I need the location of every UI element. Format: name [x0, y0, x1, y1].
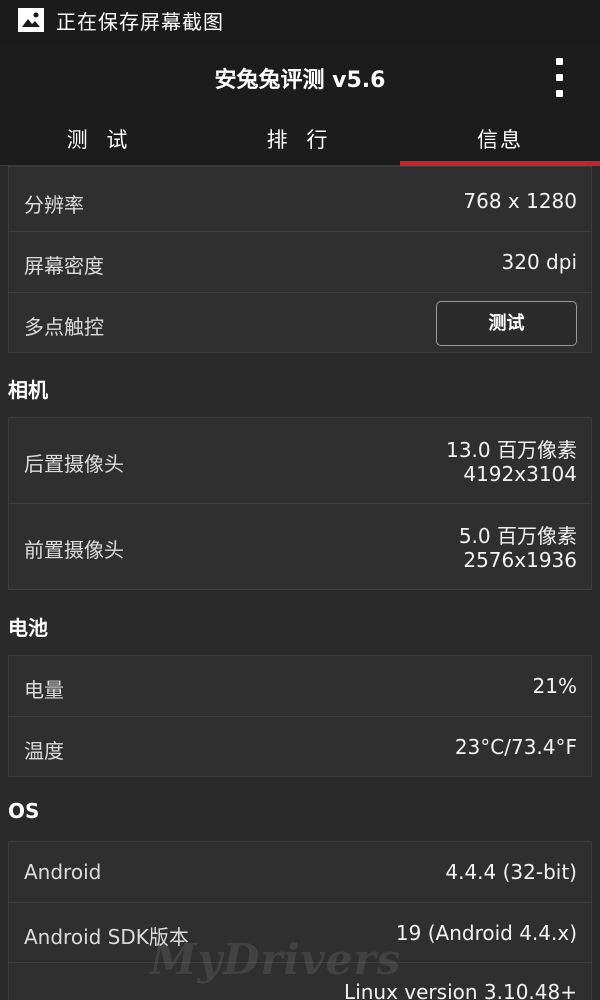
status-text: 正在保存屏幕截图	[56, 10, 224, 34]
resolution-value: 768 x 1280	[463, 189, 577, 213]
android-value: 4.4.4 (32-bit)	[445, 860, 577, 884]
tab-info[interactable]: 信息	[400, 114, 600, 166]
density-value: 320 dpi	[501, 250, 577, 274]
multitouch-test-button[interactable]: 测试	[436, 301, 577, 346]
watermark: MyDrivers	[150, 935, 402, 984]
temperature-label: 温度	[24, 739, 64, 763]
info-row-android: Android 4.4.4 (32-bit)	[9, 842, 591, 903]
rear-camera-label: 后置摄像头	[24, 452, 124, 476]
status-bar: 正在保存屏幕截图	[0, 0, 600, 42]
tab-test[interactable]: 测 试	[0, 114, 200, 166]
front-camera-resolution: 2576x1936	[463, 548, 577, 572]
rear-camera-mp: 13.0 百万像素	[446, 438, 577, 462]
multitouch-label: 多点触控	[24, 315, 104, 339]
info-content[interactable]: 分辨率 768 x 1280 屏幕密度 320 dpi 多点触控 测试 相机 后…	[0, 166, 600, 1000]
info-row-battery-level: 电量 21%	[9, 656, 591, 717]
section-title-os: OS	[8, 799, 40, 823]
camera-card: 后置摄像头 13.0 百万像素 4192x3104 前置摄像头 5.0 百万像素…	[8, 417, 592, 590]
app-bar: 安兔兔评测 v5.6	[0, 42, 600, 114]
info-row-resolution: 分辨率 768 x 1280	[9, 167, 591, 232]
app-title: 安兔兔评测 v5.6	[214, 68, 386, 93]
battery-level-label: 电量	[24, 678, 64, 702]
more-vertical-icon[interactable]	[550, 56, 570, 100]
resolution-label: 分辨率	[24, 193, 84, 217]
display-card: 分辨率 768 x 1280 屏幕密度 320 dpi 多点触控 测试	[8, 166, 592, 353]
info-row-multitouch: 多点触控 测试	[9, 293, 591, 353]
info-row-temperature: 温度 23°C/73.4°F	[9, 717, 591, 777]
android-label: Android	[24, 860, 102, 884]
battery-card: 电量 21% 温度 23°C/73.4°F	[8, 655, 592, 777]
tab-bar: 测 试 排 行 信息	[0, 114, 600, 166]
front-camera-mp: 5.0 百万像素	[458, 524, 577, 548]
temperature-value: 23°C/73.4°F	[454, 735, 577, 759]
battery-level-value: 21%	[532, 674, 577, 698]
rear-camera-resolution: 4192x3104	[463, 462, 577, 486]
sdk-value: 19 (Android 4.4.x)	[395, 921, 577, 945]
info-row-front-camera: 前置摄像头 5.0 百万像素 2576x1936	[9, 504, 591, 590]
front-camera-label: 前置摄像头	[24, 538, 124, 562]
info-row-density: 屏幕密度 320 dpi	[9, 232, 591, 293]
tab-ranking[interactable]: 排 行	[200, 114, 400, 166]
section-title-camera: 相机	[8, 378, 48, 402]
info-row-rear-camera: 后置摄像头 13.0 百万像素 4192x3104	[9, 418, 591, 504]
density-label: 屏幕密度	[24, 254, 104, 278]
section-title-battery: 电池	[8, 616, 48, 640]
image-icon	[18, 8, 44, 32]
